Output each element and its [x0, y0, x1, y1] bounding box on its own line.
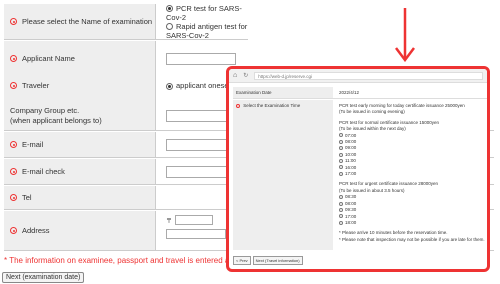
overlay-time-row: Select the Examination Time PCR test ear…: [233, 100, 487, 250]
radio-icon[interactable]: [339, 220, 343, 225]
radio-icon[interactable]: [166, 23, 173, 31]
time-label-cell: Select the Examination Time: [233, 100, 333, 250]
radio-icon[interactable]: [339, 133, 343, 138]
postal-code-input[interactable]: [175, 215, 214, 225]
traveler-label: Traveler: [22, 81, 50, 90]
tel-label: Tel: [22, 193, 32, 202]
radio-icon[interactable]: [339, 171, 343, 176]
radio-selected-icon[interactable]: [166, 82, 173, 90]
required-icon: [10, 194, 17, 201]
date-value: 2022/4/12: [339, 90, 360, 95]
down-arrow-icon: [395, 8, 415, 62]
overlay-date-row: Examination Date 2022/4/12: [233, 87, 487, 99]
required-note: * The information on examinee, passport …: [4, 256, 244, 265]
next-travel-info-button[interactable]: Next (Travel information): [252, 256, 303, 265]
address-input[interactable]: [166, 229, 226, 239]
address-label: Address: [22, 226, 50, 235]
required-icon: [10, 82, 17, 89]
required-icon: [236, 103, 240, 108]
radio-icon[interactable]: [339, 201, 343, 206]
required-icon: [10, 18, 17, 25]
radio-pcr[interactable]: PCR test for SARS-Cov-2: [166, 4, 248, 22]
email-label: E-mail: [22, 140, 44, 149]
next-examination-date-button[interactable]: Next (examination date): [2, 272, 85, 283]
home-icon[interactable]: ⌂: [233, 72, 237, 79]
radio-icon[interactable]: [339, 195, 343, 200]
refresh-icon[interactable]: ↻: [243, 72, 248, 79]
form-row-exam-name: Please select the Name of examination PC…: [4, 4, 248, 40]
label-cell: Please select the Name of examination: [4, 4, 156, 39]
radio-icon[interactable]: [339, 214, 343, 219]
late-note: * Please note that inspection may not be…: [339, 236, 485, 242]
required-icon: [10, 227, 17, 234]
required-icon: [10, 168, 17, 175]
date-label: Examination Date: [233, 87, 333, 98]
label-cell: Traveler: [4, 70, 156, 101]
radio-icon[interactable]: [339, 165, 343, 170]
radio-icon[interactable]: [339, 146, 343, 151]
radio-selected-icon[interactable]: [166, 5, 173, 13]
radio-icon[interactable]: [339, 139, 343, 144]
postal-mark-icon: 〒: [166, 218, 173, 225]
required-icon: [10, 55, 17, 62]
label-cell: E-mail: [4, 132, 156, 157]
applicant-name-label: Applicant Name: [22, 54, 75, 63]
radio-icon[interactable]: [339, 159, 343, 164]
time-label: Select the Examination Time: [243, 103, 301, 108]
label-cell: Address: [4, 211, 156, 250]
label-cell: Company Group etc. (when applicant belon…: [4, 101, 156, 130]
label-cell: Tel: [4, 186, 156, 209]
radio-icon[interactable]: [339, 207, 343, 212]
required-icon: [10, 141, 17, 148]
time-options: PCR test early morning for today certifi…: [333, 100, 487, 250]
applicant-name-input[interactable]: [166, 52, 236, 65]
radio-antigen[interactable]: Rapid antigen test for SARS-Cov-2: [166, 22, 248, 40]
label-cell: E-mail check: [4, 159, 156, 184]
company-label: Company Group etc. (when applicant belon…: [10, 105, 102, 125]
zoomed-screen-overlay: ⌂ ↻ https://web-d.jp/reserve.cgi Examina…: [226, 66, 490, 272]
prev-button[interactable]: < Prev: [233, 256, 251, 265]
email-check-label: E-mail check: [22, 167, 65, 176]
overlay-footer: < Prev Next (Travel information): [233, 256, 303, 265]
radio-icon[interactable]: [339, 152, 343, 157]
value-cell: PCR test for SARS-Cov-2 Rapid antigen te…: [156, 4, 248, 40]
page: Please select the Name of examination PC…: [0, 0, 500, 284]
url-bar[interactable]: https://web-d.jp/reserve.cgi: [254, 71, 483, 80]
exam-name-label: Please select the Name of examination: [22, 17, 153, 26]
browser-bar: ⌂ ↻ https://web-d.jp/reserve.cgi: [229, 69, 487, 83]
